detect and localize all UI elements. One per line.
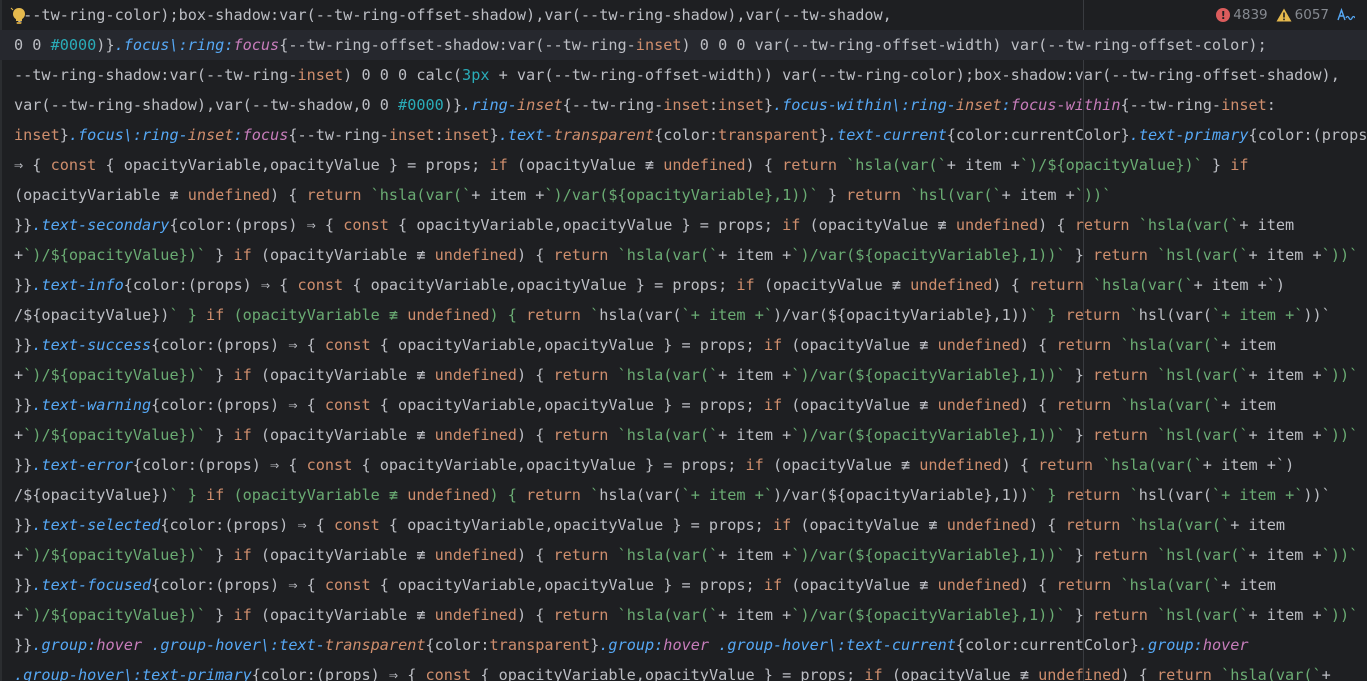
- typo-icon: [1337, 8, 1355, 21]
- code-line[interactable]: ⇒ { const { opacityVariable,opacityValue…: [14, 150, 1249, 180]
- code-line[interactable]: +`)/${opacityValue})` } if (opacityVaria…: [14, 240, 1358, 270]
- errors-counter[interactable]: ! 4839: [1216, 7, 1268, 23]
- typos-indicator[interactable]: [1337, 8, 1355, 22]
- code-line[interactable]: /${opacityValue})` } if (opacityVariable…: [14, 300, 1331, 330]
- code-line[interactable]: }}.text-focused{color:(props) ⇒ { const …: [14, 570, 1276, 600]
- warning-icon: [1276, 8, 1292, 22]
- code-line[interactable]: }}.text-warning{color:(props) ⇒ { const …: [14, 390, 1276, 420]
- code-line[interactable]: (opacityVariable ≢ undefined) { return `…: [14, 180, 1111, 210]
- code-editor[interactable]: {--tw-ring-color);box-shadow:var(--tw-ri…: [0, 0, 1367, 681]
- code-line[interactable]: .group-hover\:text-primary{color:(props)…: [14, 660, 1331, 681]
- code-line[interactable]: }}.group:hover .group-hover\:text-transp…: [14, 630, 1249, 660]
- code-line[interactable]: +`)/${opacityValue})` } if (opacityVaria…: [14, 360, 1358, 390]
- gutter-edge: [0, 0, 2, 681]
- current-code-line[interactable]: 0 0 #0000)}.focus\:ring:focus{--tw-ring-…: [0, 30, 1367, 60]
- code-line[interactable]: inset}.focus\:ring-inset:focus{--tw-ring…: [14, 120, 1367, 150]
- inspections-widget[interactable]: ! 4839 6057: [1210, 5, 1355, 25]
- code-line[interactable]: /${opacityValue})` } if (opacityVariable…: [14, 480, 1331, 510]
- code-line[interactable]: }}.text-selected{color:(props) ⇒ { const…: [14, 510, 1285, 540]
- code-line[interactable]: }}.text-secondary{color:(props) ⇒ { cons…: [14, 210, 1294, 240]
- warnings-count: 6057: [1294, 7, 1329, 23]
- errors-count: 4839: [1233, 7, 1268, 23]
- code-line[interactable]: var(--tw-ring-shadow),var(--tw-shadow,0 …: [14, 90, 1276, 120]
- code-line[interactable]: }}.text-info{color:(props) ⇒ { const { o…: [14, 270, 1285, 300]
- code-line[interactable]: }}.text-error{color:(props) ⇒ { const { …: [14, 450, 1294, 480]
- code-line[interactable]: {--tw-ring-color);box-shadow:var(--tw-ri…: [14, 0, 892, 30]
- code-line[interactable]: +`)/${opacityValue})` } if (opacityVaria…: [14, 600, 1358, 630]
- code-line[interactable]: }}.text-success{color:(props) ⇒ { const …: [14, 330, 1276, 360]
- code-line[interactable]: +`)/${opacityValue})` } if (opacityVaria…: [14, 420, 1358, 450]
- warnings-counter[interactable]: 6057: [1276, 7, 1329, 23]
- intention-bulb-icon[interactable]: [10, 6, 28, 26]
- error-icon: !: [1216, 8, 1231, 22]
- code-line[interactable]: +`)/${opacityValue})` } if (opacityVaria…: [14, 540, 1358, 570]
- code-line[interactable]: --tw-ring-shadow:var(--tw-ring-inset) 0 …: [14, 60, 1340, 90]
